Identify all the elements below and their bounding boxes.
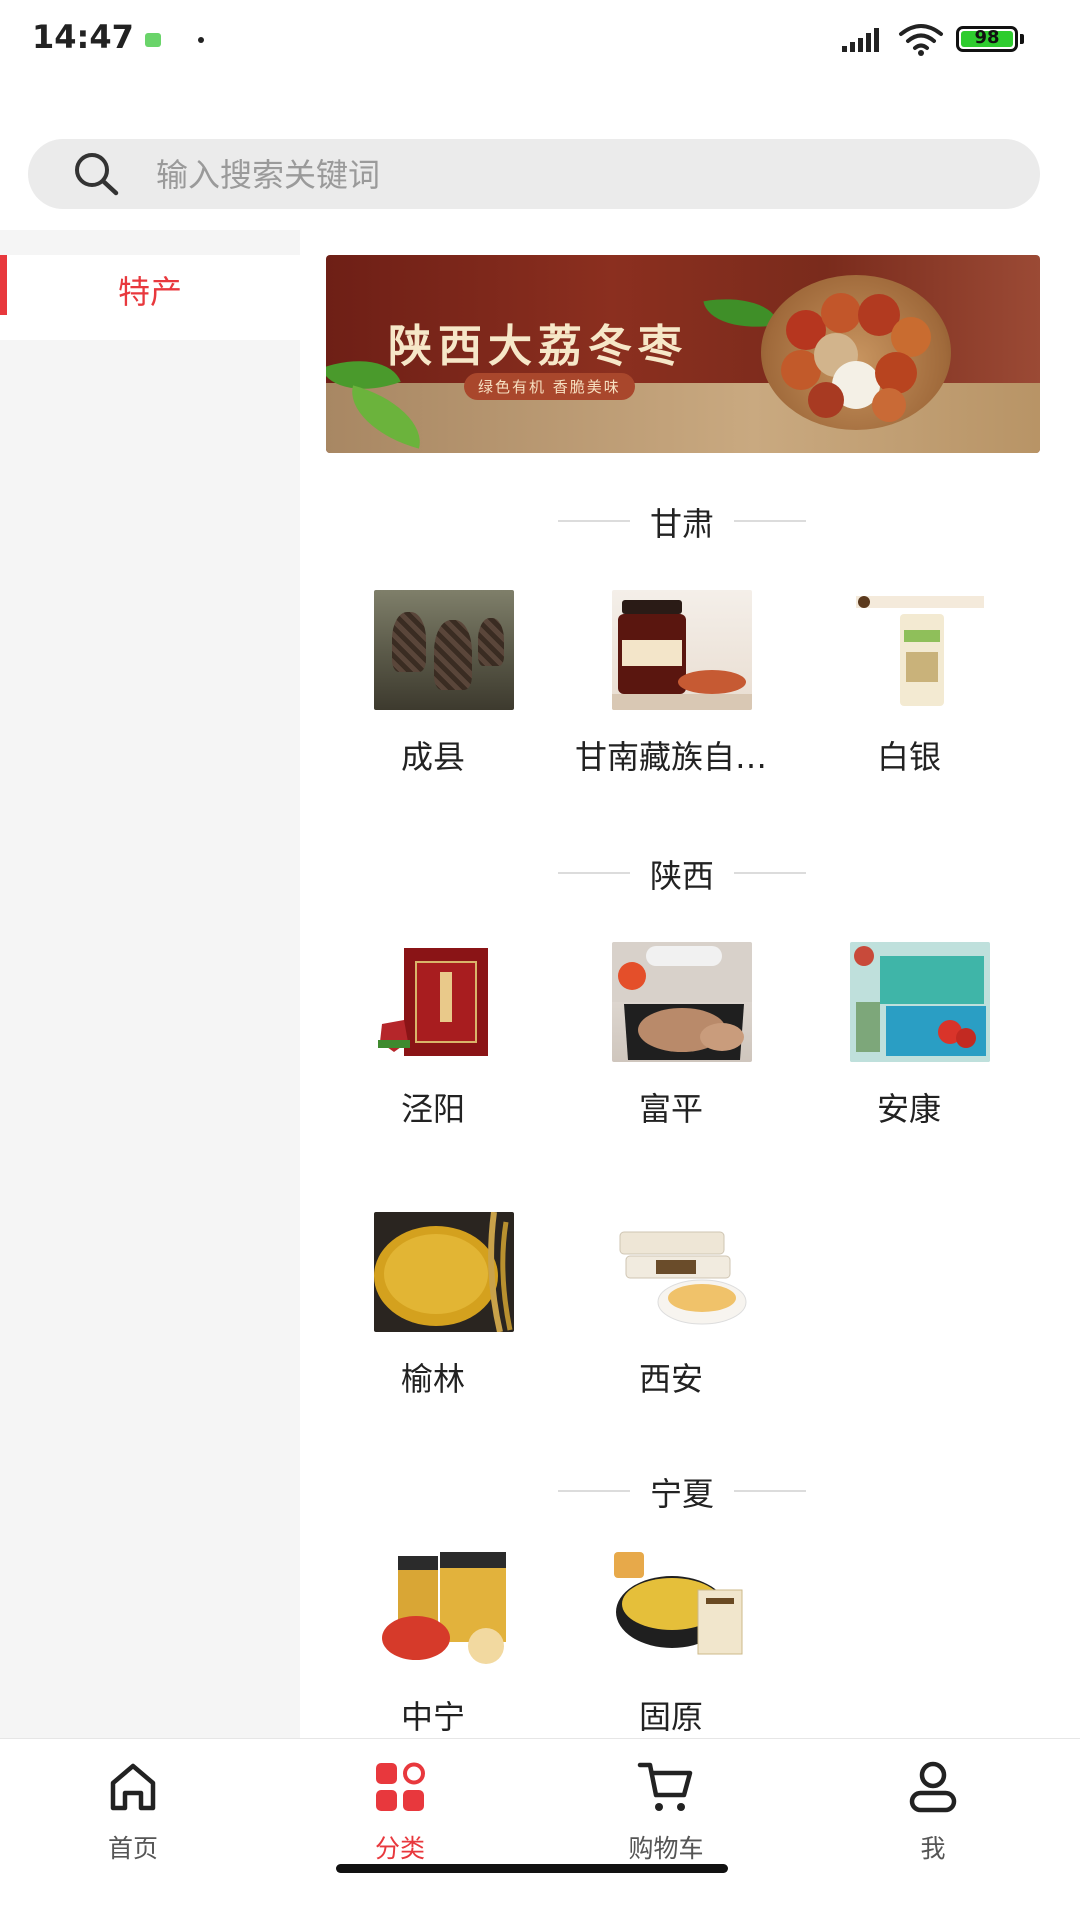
section-header-ningxia: 宁夏: [300, 1465, 1080, 1515]
category-item-chengxian[interactable]: 成县: [314, 590, 552, 790]
dried-persimmon-image: [612, 942, 752, 1062]
item-label: 西安: [638, 1360, 703, 1398]
search-bar[interactable]: [28, 139, 1040, 211]
category-content: 陕西大荔冬枣 绿色有机 香脆美味 甘肃 成县 甘南藏族自… 白银 陕西 泾阳 富…: [300, 230, 1080, 1738]
chili-jar-image: [612, 590, 752, 710]
status-time: 14:47: [32, 18, 134, 56]
goji-jars-image: [374, 1550, 514, 1670]
category-item-ankang[interactable]: 安康: [790, 942, 1028, 1142]
category-item-zhongning[interactable]: 中宁: [314, 1550, 552, 1738]
cart-icon: [637, 1762, 693, 1811]
screen: 14:47 98 特产: [0, 0, 1080, 1920]
tea-gift-box-image: [374, 942, 514, 1062]
category-item-xian[interactable]: 西安: [552, 1212, 790, 1412]
nav-label: 我: [920, 1834, 946, 1863]
nav-label: 分类: [374, 1834, 425, 1863]
millet-image: [374, 1212, 514, 1332]
section-header-shaanxi: 陕西: [300, 847, 1080, 897]
banner-subtitle: 绿色有机 香脆美味: [464, 373, 635, 400]
search-input[interactable]: [154, 139, 1018, 211]
item-label: 安康: [876, 1090, 941, 1128]
sidebar-item-label: 特产: [117, 273, 182, 311]
sidebar-item-specialty[interactable]: 特产: [0, 255, 300, 340]
category-icon: [376, 1762, 425, 1811]
rice-bag-image: [850, 590, 990, 710]
section-title: 陕西: [649, 857, 714, 895]
nav-tab-home[interactable]: 首页: [53, 1757, 213, 1867]
notification-icon: [145, 33, 161, 47]
user-icon: [909, 1761, 957, 1813]
item-label: 白银: [876, 738, 941, 776]
cake-snack-image: [612, 1212, 752, 1332]
category-item-fuping[interactable]: 富平: [552, 942, 790, 1142]
section-title: 甘肃: [649, 505, 714, 543]
item-label: 泾阳: [400, 1090, 465, 1128]
gift-boxes-image: [850, 942, 990, 1062]
item-label: 中宁: [400, 1698, 465, 1736]
jujube-bowl-image: [761, 275, 951, 430]
banner-title: 陕西大荔冬枣: [388, 321, 688, 372]
bottom-nav: 首页 分类 购物车 我: [0, 1738, 1080, 1920]
status-bar: 14:47 98: [0, 0, 1080, 80]
battery-icon: 98: [956, 26, 1018, 52]
signal-icon: [842, 28, 879, 52]
nav-label: 购物车: [628, 1834, 704, 1863]
home-indicator[interactable]: [336, 1864, 728, 1873]
item-label: 富平: [638, 1090, 703, 1128]
home-icon: [110, 1763, 156, 1811]
nav-tab-cart[interactable]: 购物车: [586, 1757, 746, 1867]
category-sidebar: 特产: [0, 230, 300, 1738]
item-label: 固原: [638, 1698, 703, 1736]
battery-level: 98: [974, 27, 1000, 48]
morel-mushroom-image: [374, 590, 514, 710]
notification-dot-icon: [198, 37, 204, 43]
category-item-gannan[interactable]: 甘南藏族自…: [552, 590, 790, 790]
category-item-baiyin[interactable]: 白银: [790, 590, 1028, 790]
nav-label: 首页: [107, 1834, 158, 1863]
section-header-gansu: 甘肃: [300, 495, 1080, 545]
search-icon: [75, 153, 119, 196]
item-label: 甘南藏族自…: [574, 738, 767, 776]
item-label: 榆林: [400, 1360, 465, 1398]
category-item-guyuan[interactable]: 固原: [552, 1550, 790, 1738]
category-item-jingyang[interactable]: 泾阳: [314, 942, 552, 1142]
millet-bowl-image: [612, 1550, 752, 1670]
item-label: 成县: [400, 738, 465, 776]
nav-tab-me[interactable]: 我: [853, 1757, 1013, 1867]
nav-tab-category[interactable]: 分类: [320, 1757, 480, 1867]
section-title: 宁夏: [649, 1475, 714, 1513]
category-item-yulin[interactable]: 榆林: [314, 1212, 552, 1412]
wifi-icon: [899, 24, 943, 56]
promo-banner[interactable]: 陕西大荔冬枣 绿色有机 香脆美味: [326, 255, 1040, 453]
